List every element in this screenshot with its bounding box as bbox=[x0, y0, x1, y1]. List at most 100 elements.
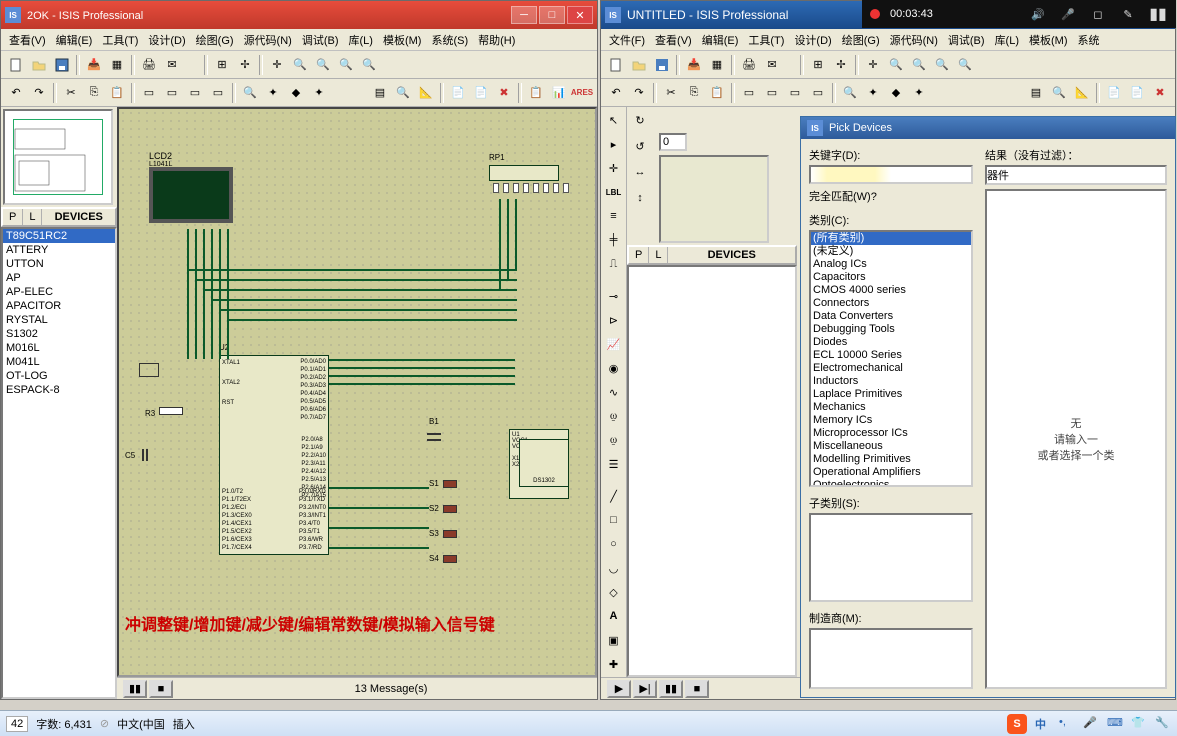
paste-icon[interactable]: 📋 bbox=[106, 82, 128, 104]
origin-icon[interactable]: ✢ bbox=[830, 54, 852, 76]
grid-icon[interactable]: ⊞ bbox=[211, 54, 233, 76]
area-icon[interactable]: ▦ bbox=[706, 54, 728, 76]
netlist-icon[interactable]: 📋 bbox=[525, 82, 547, 104]
ares-icon[interactable]: ARES bbox=[571, 82, 593, 104]
menu-调试(B)[interactable]: 调试(B) bbox=[298, 30, 343, 50]
device-item[interactable]: M041L bbox=[3, 355, 115, 369]
print-icon[interactable]: 🖨 bbox=[138, 54, 160, 76]
category-item[interactable]: Mechanics bbox=[811, 401, 971, 414]
arc-tool-icon[interactable]: ◡ bbox=[603, 557, 625, 579]
pack-icon[interactable]: ◆ bbox=[885, 82, 907, 104]
crop-icon[interactable]: ◻ bbox=[1088, 4, 1108, 24]
device-item[interactable]: ESPACK-8 bbox=[3, 383, 115, 397]
block-copy-icon[interactable]: ▭ bbox=[138, 82, 160, 104]
line-tool-icon[interactable]: ╱ bbox=[603, 485, 625, 507]
zoom-all-icon[interactable]: 🔍 bbox=[335, 54, 357, 76]
bus-tool-icon[interactable]: ╪ bbox=[603, 229, 625, 251]
copy-icon[interactable]: ⎘ bbox=[683, 82, 705, 104]
stop-button[interactable]: ■ bbox=[149, 680, 173, 698]
zoom-out-icon[interactable]: 🔍 bbox=[312, 54, 334, 76]
menu-绘图(G)[interactable]: 绘图(G) bbox=[192, 30, 238, 50]
block-rot-icon[interactable]: ▭ bbox=[184, 82, 206, 104]
decomp-icon[interactable]: ✦ bbox=[308, 82, 330, 104]
manufacturer-list[interactable] bbox=[809, 628, 973, 689]
make-icon[interactable]: ✦ bbox=[262, 82, 284, 104]
search-icon[interactable]: 🔍 bbox=[1048, 82, 1070, 104]
wire-label-icon[interactable]: ▤ bbox=[1025, 82, 1047, 104]
subcircuit-tool-icon[interactable]: ⎍ bbox=[603, 253, 625, 275]
l-button[interactable]: L bbox=[23, 209, 42, 225]
category-list[interactable]: (所有类别)(未定义)Analog ICsCapacitorsCMOS 4000… bbox=[809, 230, 973, 486]
junction-tool-icon[interactable]: ✛ bbox=[603, 157, 625, 179]
category-item[interactable]: Capacitors bbox=[811, 271, 971, 284]
category-item[interactable]: Memory ICs bbox=[811, 414, 971, 427]
menu-帮助(H)[interactable]: 帮助(H) bbox=[474, 30, 519, 50]
menu-源代码(N)[interactable]: 源代码(N) bbox=[240, 30, 296, 50]
menu-系统[interactable]: 系统 bbox=[1074, 30, 1104, 50]
device-item[interactable]: M016L bbox=[3, 341, 115, 355]
pause-button[interactable]: ▮▮ bbox=[123, 680, 147, 698]
category-item[interactable]: Optoelectronics bbox=[811, 479, 971, 486]
device-item[interactable]: OT-LOG bbox=[3, 369, 115, 383]
block-move-icon[interactable]: ▭ bbox=[761, 82, 783, 104]
box-tool-icon[interactable]: □ bbox=[603, 509, 625, 531]
category-item[interactable]: ECL 10000 Series bbox=[811, 349, 971, 362]
punct-icon[interactable]: •, bbox=[1059, 716, 1075, 732]
pen-icon[interactable]: ✎ bbox=[1118, 4, 1138, 24]
rotation-input[interactable] bbox=[659, 133, 687, 151]
menu-模板(M)[interactable]: 模板(M) bbox=[379, 30, 426, 50]
category-item[interactable]: (所有类别) bbox=[811, 232, 971, 245]
menu-工具(T)[interactable]: 工具(T) bbox=[744, 30, 788, 50]
overview-preview[interactable] bbox=[3, 109, 113, 205]
undo-icon[interactable]: ↶ bbox=[5, 82, 27, 104]
make-icon[interactable]: ✦ bbox=[862, 82, 884, 104]
devices-list[interactable] bbox=[627, 265, 797, 677]
category-item[interactable]: Microprocessor ICs bbox=[811, 427, 971, 440]
label-tool-icon[interactable]: LBL bbox=[603, 181, 625, 203]
wire-label-icon[interactable]: ▤ bbox=[369, 82, 391, 104]
new-file-icon[interactable] bbox=[605, 54, 627, 76]
text-tool-icon[interactable]: A bbox=[603, 605, 625, 627]
stop-button[interactable]: ■ bbox=[685, 680, 709, 698]
mic-icon[interactable]: 🎤 bbox=[1058, 4, 1078, 24]
component-tool-icon[interactable]: ▸ bbox=[603, 133, 625, 155]
area-icon[interactable]: ▦ bbox=[106, 54, 128, 76]
play-button[interactable]: ▶ bbox=[607, 680, 631, 698]
menu-系统(S)[interactable]: 系统(S) bbox=[427, 30, 472, 50]
category-item[interactable]: CMOS 4000 series bbox=[811, 284, 971, 297]
pack-icon[interactable]: ◆ bbox=[285, 82, 307, 104]
menu-工具(T)[interactable]: 工具(T) bbox=[98, 30, 142, 50]
skin-tray-icon[interactable]: 👕 bbox=[1131, 716, 1147, 732]
menu-查看(V)[interactable]: 查看(V) bbox=[5, 30, 50, 50]
new-file-icon[interactable] bbox=[5, 54, 27, 76]
menu-库(L)[interactable]: 库(L) bbox=[991, 30, 1023, 50]
paste-icon[interactable]: 📋 bbox=[706, 82, 728, 104]
center-icon[interactable]: ✛ bbox=[266, 54, 288, 76]
doc2-icon[interactable]: 📄 bbox=[470, 82, 492, 104]
generator-tool-icon[interactable]: ∿ bbox=[603, 381, 625, 403]
zoom-area-icon[interactable]: 🔍 bbox=[954, 54, 976, 76]
pin-tool-icon[interactable]: ⊳ bbox=[603, 309, 625, 331]
pause-icon[interactable]: ▮▮ bbox=[1148, 4, 1168, 24]
menu-设计(D)[interactable]: 设计(D) bbox=[790, 30, 835, 50]
category-item[interactable]: Connectors bbox=[811, 297, 971, 310]
category-item[interactable]: Debugging Tools bbox=[811, 323, 971, 336]
titlebar-left[interactable]: IS 2OK - ISIS Professional ─ □ ✕ bbox=[1, 1, 597, 29]
center-icon[interactable]: ✛ bbox=[862, 54, 884, 76]
mail-icon[interactable]: ✉ bbox=[161, 54, 183, 76]
device-item[interactable]: ATTERY bbox=[3, 243, 115, 257]
bom-icon[interactable]: 📊 bbox=[548, 82, 570, 104]
redo-icon[interactable]: ↷ bbox=[628, 82, 650, 104]
subcategory-list[interactable] bbox=[809, 513, 973, 602]
open-icon[interactable] bbox=[28, 54, 50, 76]
schematic-canvas[interactable]: LCD2 L1041L RP1 U2 P0.0/AD0P0.1/AD1P0.2/… bbox=[117, 107, 597, 677]
graph-tool-icon[interactable]: 📈 bbox=[603, 333, 625, 355]
category-item[interactable]: Data Converters bbox=[811, 310, 971, 323]
pick-icon[interactable]: 🔍 bbox=[839, 82, 861, 104]
save-icon[interactable] bbox=[651, 54, 673, 76]
ruler-icon[interactable]: 📐 bbox=[415, 82, 437, 104]
menu-查看(V)[interactable]: 查看(V) bbox=[651, 30, 696, 50]
menu-编辑(E)[interactable]: 编辑(E) bbox=[52, 30, 97, 50]
zoom-area-icon[interactable]: 🔍 bbox=[358, 54, 380, 76]
block-copy-icon[interactable]: ▭ bbox=[738, 82, 760, 104]
